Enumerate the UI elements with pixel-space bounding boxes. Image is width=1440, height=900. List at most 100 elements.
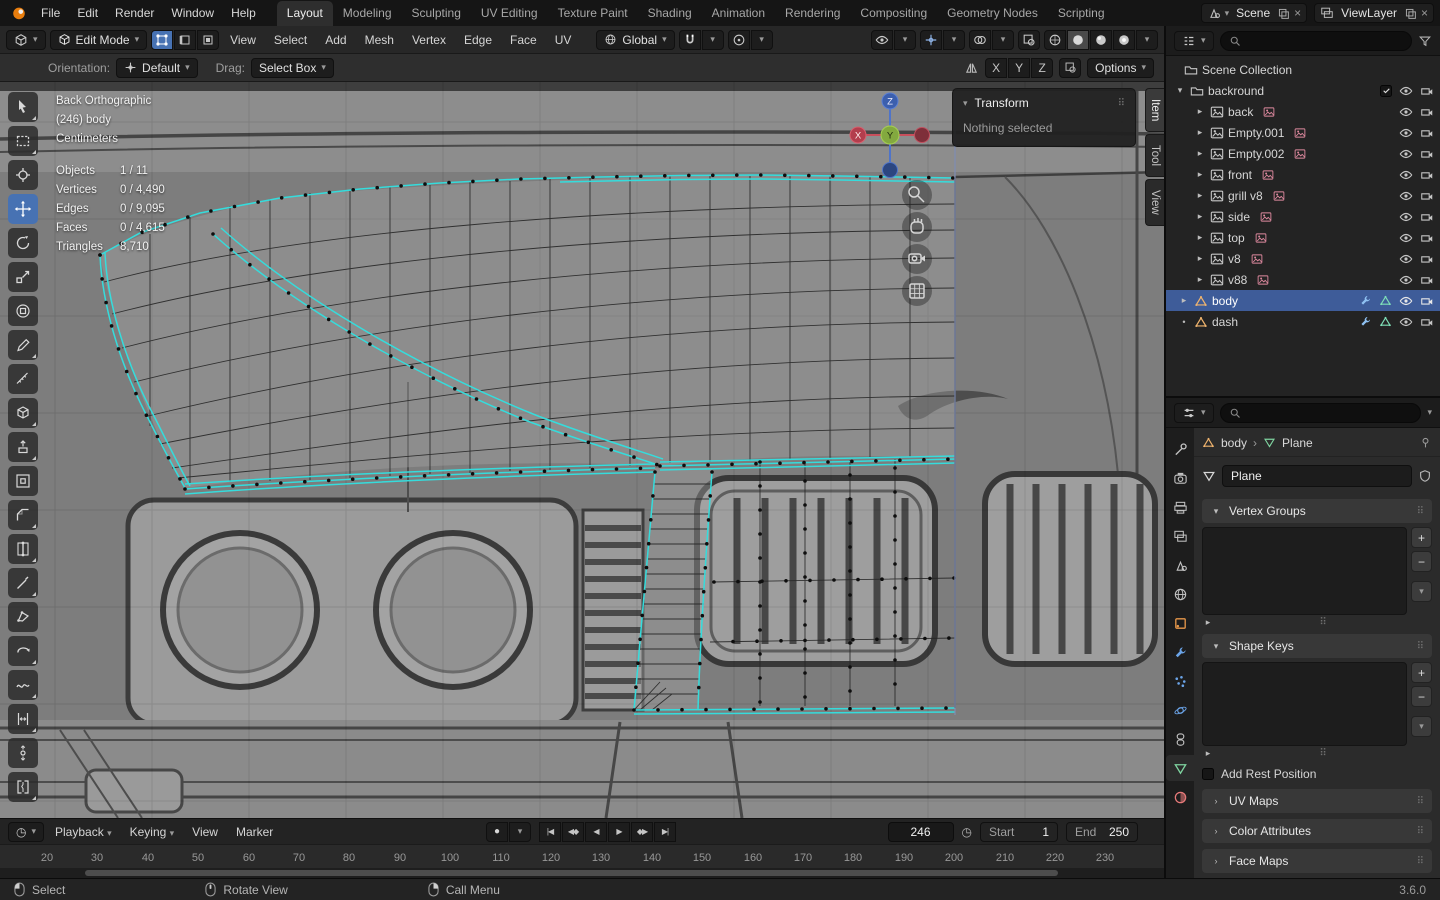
face-select-toggle[interactable] xyxy=(197,29,220,50)
camera-visibility-icon[interactable] xyxy=(1420,315,1434,329)
orientation-dropdown[interactable]: Default ▾ xyxy=(116,57,198,78)
camera-visibility-icon[interactable] xyxy=(1420,84,1434,98)
new-scene-icon[interactable] xyxy=(1277,7,1290,20)
tool-loop-cut[interactable] xyxy=(8,534,38,564)
viewport-3d[interactable]: Z X Y Back Orthographic (246) body Centi… xyxy=(0,82,1164,818)
tool-select-box[interactable] xyxy=(8,126,38,156)
collapse-panel-icon[interactable]: ▾ xyxy=(963,98,968,108)
show-gizmo-toggle[interactable] xyxy=(920,29,942,50)
mirror-x-toggle[interactable]: X xyxy=(985,57,1008,78)
outliner-row-empty-001[interactable]: ▸ Empty.001 xyxy=(1166,122,1440,143)
visibility-options-button[interactable]: ▾ xyxy=(894,29,916,50)
tool-extrude[interactable] xyxy=(8,432,38,462)
menu-edge[interactable]: Edge xyxy=(457,29,499,51)
proportional-edit-toggle[interactable] xyxy=(727,29,750,50)
tool-annotate[interactable] xyxy=(8,330,38,360)
tab-uv-editing[interactable]: UV Editing xyxy=(471,1,548,26)
tab-object-properties[interactable] xyxy=(1166,610,1194,636)
vertex-group-specials-button[interactable]: ▾ xyxy=(1411,581,1432,602)
eye-icon[interactable] xyxy=(1399,168,1413,182)
remove-shape-key-button[interactable]: − xyxy=(1411,686,1432,707)
tool-rotate[interactable] xyxy=(8,228,38,258)
editor-type-button[interactable]: ▾ xyxy=(6,29,46,50)
mode-dropdown[interactable]: Edit Mode ▾ xyxy=(49,29,148,50)
tab-scene-properties[interactable] xyxy=(1166,552,1194,578)
blender-logo-icon[interactable] xyxy=(10,5,28,21)
tab-texture-paint[interactable]: Texture Paint xyxy=(548,1,638,26)
menu-marker[interactable]: Marker xyxy=(229,821,280,843)
collection-checkbox[interactable] xyxy=(1380,84,1392,97)
menu-view[interactable]: View xyxy=(223,29,263,51)
tab-constraint-properties[interactable] xyxy=(1166,726,1194,752)
transform-orientation-dropdown[interactable]: Global ▾ xyxy=(596,29,675,50)
menu-face[interactable]: Face xyxy=(503,29,544,51)
tool-add-cube[interactable] xyxy=(8,398,38,428)
outliner-row-v88[interactable]: ▸ v88 xyxy=(1166,269,1440,290)
menu-keying[interactable]: Keying ▾ xyxy=(123,821,182,843)
tab-shading[interactable]: Shading xyxy=(638,1,702,26)
tool-edge-slide[interactable] xyxy=(8,704,38,734)
eye-icon[interactable] xyxy=(1399,147,1413,161)
rendered-shading-button[interactable] xyxy=(1113,29,1135,50)
menu-file[interactable]: File xyxy=(33,3,68,23)
eye-icon[interactable] xyxy=(1399,231,1413,245)
menu-window[interactable]: Window xyxy=(163,3,222,23)
pan-hand-button[interactable] xyxy=(902,212,932,242)
add-vertex-group-button[interactable]: + xyxy=(1411,527,1432,548)
tool-move[interactable] xyxy=(8,194,38,224)
eye-icon[interactable] xyxy=(1399,294,1413,308)
outliner-row-empty-002[interactable]: ▸ Empty.002 xyxy=(1166,143,1440,164)
timeline-scrollbar[interactable] xyxy=(0,868,1164,878)
timeline-scroll-thumb[interactable] xyxy=(85,870,1058,876)
shading-options-button[interactable]: ▾ xyxy=(1136,29,1158,50)
filter-expand-icon[interactable]: ▸ xyxy=(1202,748,1214,759)
camera-visibility-icon[interactable] xyxy=(1420,168,1434,182)
expand-icon[interactable]: ▸ xyxy=(1194,106,1206,117)
outliner-row-side[interactable]: ▸ side xyxy=(1166,206,1440,227)
tab-compositing[interactable]: Compositing xyxy=(850,1,937,26)
outliner-row-top[interactable]: ▸ top xyxy=(1166,227,1440,248)
tool-scale[interactable] xyxy=(8,262,38,292)
tab-object-data-properties[interactable] xyxy=(1166,755,1194,781)
breadcrumb-data[interactable]: Plane xyxy=(1282,436,1313,450)
menu-render[interactable]: Render xyxy=(107,3,162,23)
tool-rip-region[interactable] xyxy=(8,772,38,802)
tab-rendering[interactable]: Rendering xyxy=(775,1,850,26)
outliner-search[interactable] xyxy=(1219,30,1412,51)
start-frame-field[interactable]: Start 1 xyxy=(980,821,1058,842)
eye-icon[interactable] xyxy=(1399,252,1413,266)
vertex-select-toggle[interactable] xyxy=(151,29,174,50)
jump-to-end-button[interactable]: ▶| xyxy=(654,821,676,842)
menu-add[interactable]: Add xyxy=(318,29,353,51)
outliner-row-front[interactable]: ▸ front xyxy=(1166,164,1440,185)
eye-icon[interactable] xyxy=(1399,273,1413,287)
tool-shrink-fatten[interactable] xyxy=(8,738,38,768)
menu-mesh[interactable]: Mesh xyxy=(358,29,401,51)
shape-keys-panel-header[interactable]: ▾ Shape Keys ⠿ xyxy=(1202,634,1432,658)
expand-icon[interactable]: ▸ xyxy=(1194,253,1206,264)
tool-measure[interactable] xyxy=(8,364,38,394)
panel-grip-icon[interactable]: ⠿ xyxy=(1118,98,1125,109)
tab-view-layer-properties[interactable] xyxy=(1166,523,1194,549)
face-maps-panel-header[interactable]: › Face Maps ⠿ xyxy=(1202,849,1432,873)
uv-maps-panel-header[interactable]: › UV Maps ⠿ xyxy=(1202,789,1432,813)
camera-visibility-icon[interactable] xyxy=(1420,294,1434,308)
tab-tool-properties[interactable] xyxy=(1166,436,1194,462)
edge-select-toggle[interactable] xyxy=(174,29,197,50)
timeline-editor-type-button[interactable]: ◷ ▾ xyxy=(8,821,45,842)
properties-search-input[interactable] xyxy=(1246,405,1413,420)
tool-knife[interactable] xyxy=(8,568,38,598)
eye-icon[interactable] xyxy=(1399,105,1413,119)
filter-expand-icon[interactable]: ▸ xyxy=(1202,617,1214,628)
tool-tweak[interactable] xyxy=(8,92,38,122)
expand-icon[interactable]: ▸ xyxy=(1194,274,1206,285)
gizmo-x-neg-handle[interactable] xyxy=(914,127,930,143)
scene-selector[interactable]: ▾ Scene × xyxy=(1200,3,1308,23)
end-frame-field[interactable]: End 250 xyxy=(1066,821,1138,842)
outliner-row-back[interactable]: ▸ back xyxy=(1166,101,1440,122)
vertex-groups-list[interactable] xyxy=(1202,527,1407,615)
gizmo-options-button[interactable]: ▾ xyxy=(943,29,965,50)
play-reverse-button[interactable]: ◀ xyxy=(585,821,607,842)
zoom-button[interactable] xyxy=(902,180,932,210)
camera-visibility-icon[interactable] xyxy=(1420,273,1434,287)
